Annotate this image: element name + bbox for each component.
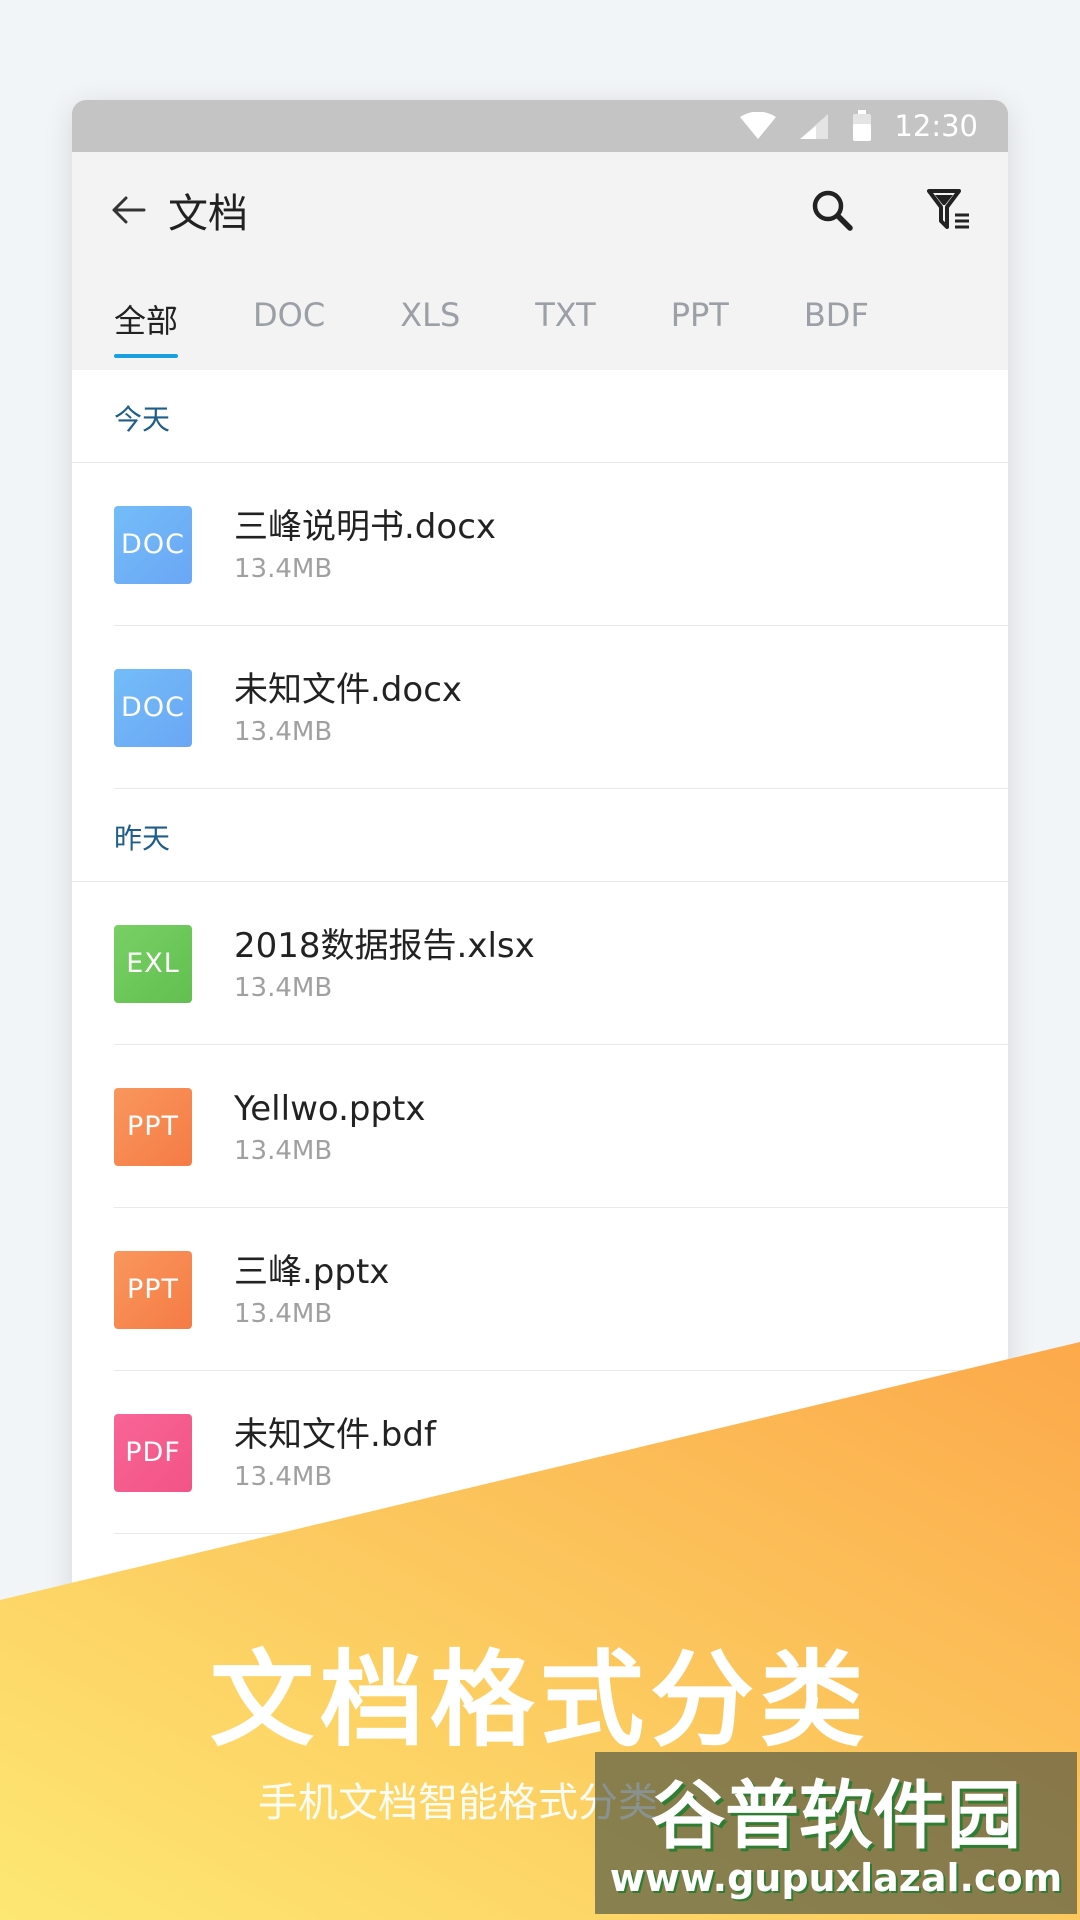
ppt-file-icon: PPT — [114, 1250, 192, 1329]
file-size: 13.4MB — [234, 553, 333, 584]
battery-icon — [853, 110, 872, 141]
status-bar: 12:30 — [72, 100, 1008, 152]
file-size: 13.4MB — [234, 1461, 333, 1492]
tab-all[interactable]: 全部 — [114, 268, 179, 370]
tab-xls[interactable]: XLS — [400, 268, 460, 370]
tab-doc[interactable]: DOC — [253, 268, 325, 370]
pdf-file-icon: PDF — [114, 1413, 192, 1492]
search-icon — [812, 190, 853, 231]
filter-button[interactable] — [922, 182, 978, 238]
file-name: 2018数据报告.xlsx — [234, 925, 535, 966]
list-item[interactable]: DOC 三峰说明书.docx 13.4MB — [72, 463, 1008, 626]
watermark-url: www.gupuxlazal.com — [609, 1856, 1063, 1900]
file-list: 今天 DOC 三峰说明书.docx 13.4MB DOC 未知文件.docx 1… — [72, 370, 1008, 1534]
file-info: 三峰.pptx 13.4MB — [234, 1251, 389, 1329]
toolbar: 文档 — [72, 152, 1008, 268]
list-item[interactable]: EXL 2018数据报告.xlsx 13.4MB — [72, 882, 1008, 1045]
list-item[interactable]: PPT 三峰.pptx 13.4MB — [72, 1208, 1008, 1371]
list-item[interactable]: DOC 未知文件.docx 13.4MB — [72, 626, 1008, 789]
wifi-icon — [740, 112, 777, 139]
doc-file-icon: DOC — [114, 668, 192, 747]
file-size: 13.4MB — [234, 972, 333, 1003]
file-name: Yellwo.pptx — [234, 1088, 426, 1129]
file-info: Yellwo.pptx 13.4MB — [234, 1088, 426, 1166]
file-name: 未知文件.bdf — [234, 1414, 436, 1455]
file-name: 三峰.pptx — [234, 1251, 390, 1292]
file-size: 13.4MB — [234, 1298, 333, 1329]
doc-file-icon: DOC — [114, 505, 192, 584]
file-name: 三峰说明书.docx — [234, 506, 497, 547]
ppt-file-icon: PPT — [114, 1087, 192, 1166]
app-header: 文档 全部 DOC XLS TXT PPT BDF — [72, 152, 1008, 370]
section-header-today: 今天 — [72, 370, 1008, 463]
filter-icon — [927, 189, 969, 229]
section-header-yesterday: 昨天 — [72, 789, 1008, 882]
file-info: 2018数据报告.xlsx 13.4MB — [234, 925, 535, 1003]
page-title: 文档 — [168, 191, 248, 237]
file-name: 未知文件.docx — [234, 669, 463, 710]
status-time: 12:30 — [894, 109, 978, 143]
search-button[interactable] — [804, 182, 860, 238]
signal-icon — [800, 114, 829, 139]
file-info: 未知文件.bdf 13.4MB — [234, 1414, 436, 1492]
list-item[interactable]: PDF 未知文件.bdf 13.4MB — [72, 1371, 1008, 1534]
excel-file-icon: EXL — [114, 924, 192, 1003]
file-size: 13.4MB — [234, 1135, 333, 1166]
phone-mockup: 12:30 文档 全部 DOC XLS TXT PPT BDF 今天 DOC 三… — [72, 100, 1008, 1800]
tab-txt[interactable]: TXT — [535, 268, 595, 370]
tab-bar: 全部 DOC XLS TXT PPT BDF — [72, 268, 1008, 370]
tab-bdf[interactable]: BDF — [804, 268, 869, 370]
tab-ppt[interactable]: PPT — [671, 268, 729, 370]
file-info: 三峰说明书.docx 13.4MB — [234, 506, 496, 584]
file-size: 13.4MB — [234, 716, 333, 747]
back-arrow-icon[interactable] — [108, 190, 148, 230]
file-info: 未知文件.docx 13.4MB — [234, 669, 462, 747]
list-item[interactable]: PPT Yellwo.pptx 13.4MB — [72, 1045, 1008, 1208]
